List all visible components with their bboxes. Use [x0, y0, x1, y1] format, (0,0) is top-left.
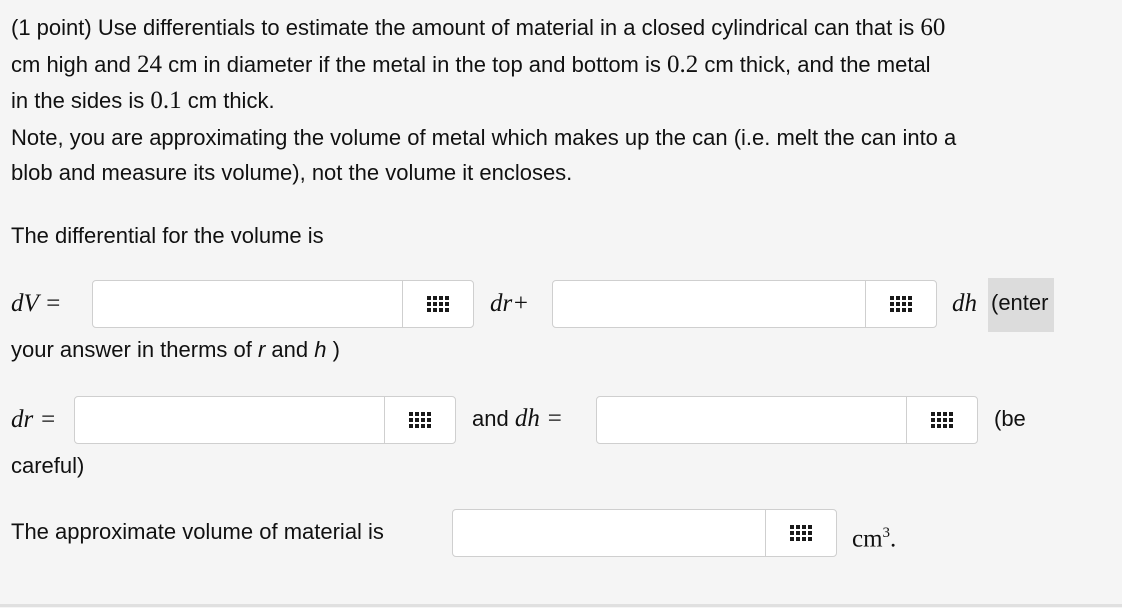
- dr-input[interactable]: [75, 397, 387, 443]
- equation-palette-button[interactable]: [906, 397, 977, 443]
- dh-equals-label: dh =: [514, 405, 563, 432]
- and-text: and: [472, 406, 515, 431]
- volume-input[interactable]: [453, 510, 768, 556]
- dV-label: dV =: [11, 290, 62, 317]
- note-line-1: Note, you are approximating the volume o…: [11, 125, 957, 150]
- problem-text: cm thick, and the metal: [698, 52, 931, 77]
- dh-input[interactable]: [597, 397, 909, 443]
- unit-period: .: [890, 525, 897, 553]
- problem-text: cm thick.: [181, 88, 275, 113]
- differential-instructions: your answer in therms of r and h ): [11, 335, 340, 365]
- equation-palette-icon: [409, 412, 431, 428]
- bottom-divider: [0, 604, 1122, 607]
- problem-line-1: (1 point) Use differentials to estimate …: [11, 13, 945, 43]
- volume-label: The approximate volume of material is: [11, 519, 384, 544]
- equation-palette-icon: [890, 296, 912, 312]
- unit-text: cm: [852, 525, 883, 553]
- note-line-2: blob and measure its volume), not the vo…: [11, 160, 573, 185]
- dV-dh-coefficient-input[interactable]: [553, 281, 868, 327]
- problem-line-2: cm high and 24 cm in diameter if the met…: [11, 50, 931, 80]
- careful-text: careful): [11, 453, 85, 478]
- enter-text: (enter: [991, 290, 1049, 315]
- problem-page: (1 point) Use differentials to estimate …: [0, 0, 1122, 608]
- equation-palette-icon: [790, 525, 812, 541]
- volume-field: [452, 509, 837, 557]
- dr-field: [74, 396, 456, 444]
- problem-text: cm in diameter if the metal in the top a…: [161, 52, 667, 77]
- instruction-text: and: [265, 337, 315, 362]
- differential-heading: The differential for the volume is: [11, 223, 324, 248]
- equation-palette-button[interactable]: [765, 510, 836, 556]
- diameter-value: 24: [136, 51, 162, 78]
- volume-unit: cm3.: [852, 518, 896, 554]
- dV-dh-coefficient-field: [552, 280, 937, 328]
- equation-palette-icon: [931, 412, 953, 428]
- problem-text: (1 point) Use differentials to estimate …: [11, 15, 921, 40]
- be-text: (be: [994, 406, 1026, 431]
- instruction-text: ): [326, 337, 340, 362]
- dV-dr-coefficient-field: [92, 280, 474, 328]
- problem-line-3: in the sides is 0.1 cm thick.: [11, 86, 275, 116]
- dr-plus-label: dr+: [490, 290, 530, 317]
- instruction-text: your answer in therms of: [11, 337, 258, 362]
- unit-exponent: 3: [882, 525, 891, 541]
- height-value: 60: [920, 14, 946, 41]
- equation-palette-button[interactable]: [402, 281, 473, 327]
- dr-label: dr =: [11, 406, 57, 433]
- equation-palette-button[interactable]: [384, 397, 455, 443]
- side-thickness-value: 0.1: [150, 87, 182, 114]
- equation-palette-button[interactable]: [865, 281, 936, 327]
- h-variable: h: [314, 337, 327, 362]
- problem-text: in the sides is: [11, 88, 151, 113]
- dV-dr-coefficient-input[interactable]: [93, 281, 405, 327]
- dh-field: [596, 396, 978, 444]
- equation-palette-icon: [427, 296, 449, 312]
- and-dh-label: and dh =: [472, 404, 563, 434]
- topbottom-thickness-value: 0.2: [667, 51, 699, 78]
- dh-label: dh: [952, 290, 977, 317]
- problem-text: cm high and: [11, 52, 137, 77]
